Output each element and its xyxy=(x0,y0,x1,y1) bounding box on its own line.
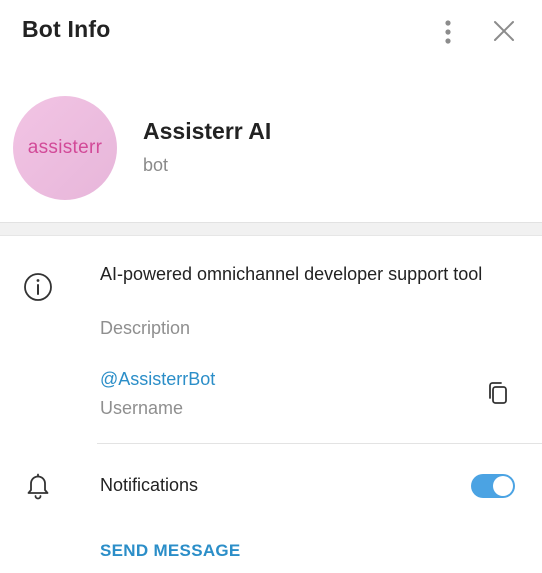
avatar[interactable]: assisterr xyxy=(13,96,117,200)
copy-username-button[interactable] xyxy=(484,378,512,408)
profile-section: assisterr Assisterr AI bot xyxy=(0,64,542,222)
copy-icon xyxy=(489,382,507,404)
notifications-label: Notifications xyxy=(100,475,199,495)
bot-type-label: bot xyxy=(143,155,169,175)
username-link[interactable]: @AssisterrBot xyxy=(100,369,215,390)
close-button[interactable] xyxy=(488,14,520,48)
divider xyxy=(97,443,542,444)
bot-description: AI-powered omnichannel developer support… xyxy=(100,264,483,284)
avatar-logo-text: assisterr xyxy=(27,137,103,158)
page-title: Bot Info xyxy=(22,16,111,42)
bell-icon xyxy=(23,470,53,502)
toggle-knob xyxy=(493,476,513,496)
section-divider xyxy=(0,222,542,236)
notifications-toggle[interactable] xyxy=(471,474,515,498)
username-label: Username xyxy=(100,398,184,418)
more-vertical-icon xyxy=(445,20,451,44)
close-icon xyxy=(494,21,514,41)
info-icon xyxy=(22,271,54,303)
description-label: Description xyxy=(100,318,191,338)
send-message-button[interactable]: SEND MESSAGE xyxy=(100,541,241,561)
header: Bot Info xyxy=(0,0,542,64)
bot-name: Assisterr AI xyxy=(143,118,272,144)
more-options-button[interactable] xyxy=(434,16,462,48)
